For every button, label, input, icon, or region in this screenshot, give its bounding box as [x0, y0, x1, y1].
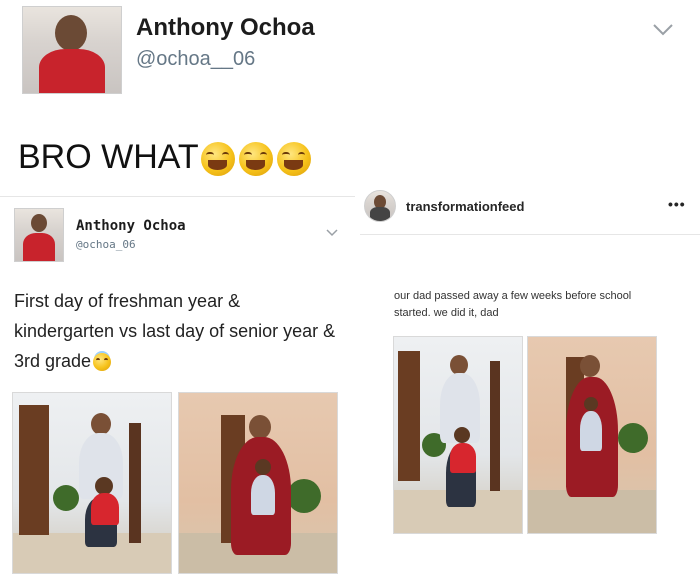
photo-senior-3rd-grade[interactable]	[178, 392, 338, 574]
embedded-tweet-text-label: First day of freshman year & kindergarte…	[14, 291, 336, 371]
joy-emoji-icon	[276, 142, 311, 177]
photo-freshman-kindergarten[interactable]	[12, 392, 172, 574]
right-divider	[360, 234, 700, 235]
top-tweet-text-label: BRO WHAT	[18, 138, 199, 176]
embedded-tweet-avatar[interactable]	[14, 208, 64, 262]
joy-emoji-icon	[200, 142, 235, 177]
top-tweet-avatar[interactable]	[22, 6, 122, 94]
embedded-tweet-display-name[interactable]: Anthony Ochoa	[76, 218, 186, 234]
instagram-caption: our dad passed away a few weeks before s…	[394, 290, 632, 319]
embedded-tweet-text: First day of freshman year & kindergarte…	[14, 286, 344, 376]
joy-emoji-icon	[238, 142, 273, 177]
instagram-account-name[interactable]: transformationfeed	[406, 199, 524, 214]
chevron-down-icon[interactable]	[326, 222, 338, 241]
left-divider	[0, 196, 355, 197]
innocent-emoji-icon	[93, 353, 112, 372]
embedded-tweet-handle[interactable]: @ochoa_06	[76, 238, 136, 251]
top-tweet-text: BRO WHAT	[18, 138, 311, 177]
photo-senior-3rd-grade-ig[interactable]	[527, 336, 657, 534]
top-tweet-handle[interactable]: @ochoa__06	[136, 48, 255, 71]
chevron-down-icon[interactable]	[652, 18, 674, 43]
photo-freshman-kindergarten-ig[interactable]	[393, 336, 523, 534]
top-tweet-display-name[interactable]: Anthony Ochoa	[136, 14, 315, 42]
instagram-avatar[interactable]	[364, 190, 396, 222]
more-options-icon[interactable]: •••	[668, 196, 686, 212]
